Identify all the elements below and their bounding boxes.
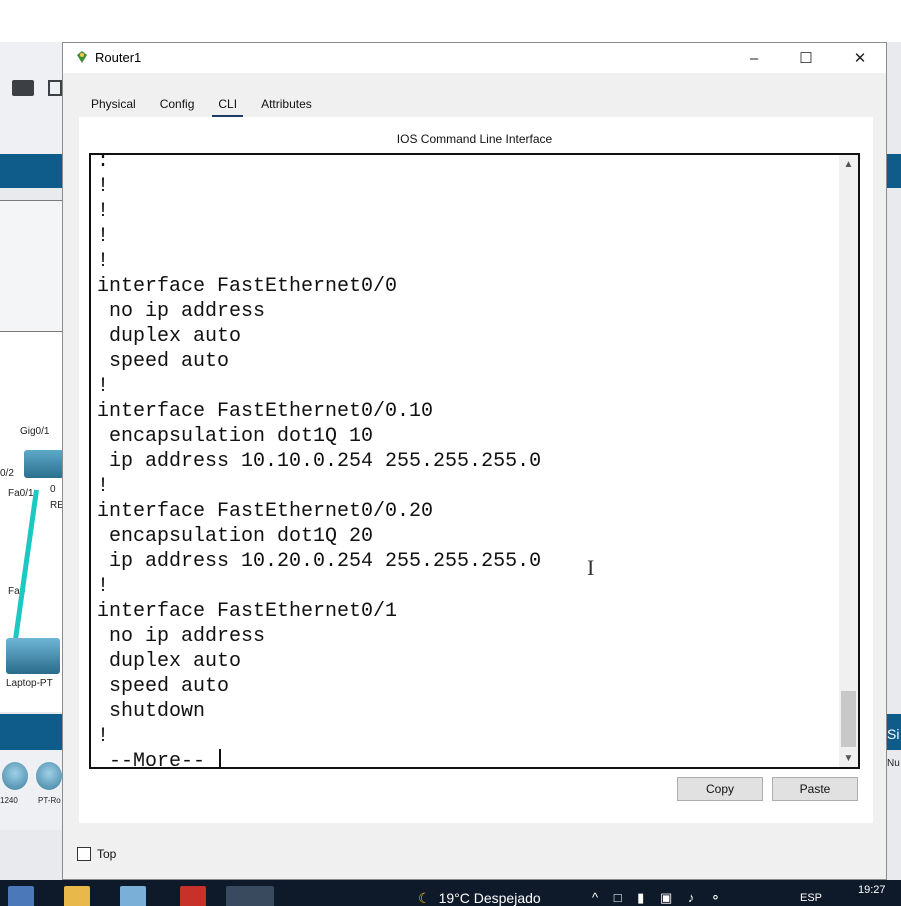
- packet-tracer-icon[interactable]: [226, 886, 274, 906]
- clock[interactable]: 19:27: [858, 884, 886, 896]
- terminal-line: !: [97, 725, 110, 748]
- weather-text: 19°C Despejado: [438, 890, 541, 906]
- device-label-1240: 1240: [0, 796, 18, 805]
- cli-terminal[interactable]: : ! ! ! ! interface FastEthernet0/0 no i…: [89, 153, 860, 769]
- tab-physical[interactable]: Physical: [79, 90, 148, 118]
- workspace-left-strip: Gig0/1 0/2 Fa0/1 0 RE Fa0 Laptop-PT 1240…: [0, 42, 64, 880]
- terminal-line: !: [97, 475, 110, 498]
- terminal-line: !: [97, 225, 110, 248]
- taskbar-app-icon[interactable]: [120, 886, 146, 906]
- ibeam-cursor-icon: I: [587, 555, 595, 580]
- port-label-gig: Gig0/1: [20, 426, 50, 437]
- paste-button[interactable]: Paste: [772, 777, 858, 801]
- maximize-button[interactable]: ☐: [783, 43, 829, 73]
- terminal-line: interface FastEthernet0/0: [97, 275, 398, 298]
- scroll-up-icon[interactable]: ▲: [839, 155, 858, 173]
- terminal-line: !: [97, 200, 110, 223]
- terminal-line: :: [97, 153, 110, 173]
- workspace-panel: [0, 200, 64, 332]
- top-checkbox-row[interactable]: Top: [77, 847, 116, 861]
- port-label-2: 0/2: [0, 468, 14, 479]
- tab-attributes[interactable]: Attributes: [249, 90, 324, 118]
- device-label-ptro: PT-Ro: [38, 796, 61, 805]
- pdf-reader-icon[interactable]: [180, 886, 206, 906]
- window-titlebar[interactable]: Router1 – ☐ ✕: [63, 43, 886, 73]
- top-checkbox-label: Top: [97, 847, 117, 861]
- scroll-down-icon[interactable]: ▼: [839, 749, 858, 767]
- terminal-line: speed auto: [97, 350, 230, 373]
- language-indicator[interactable]: ESP: [800, 892, 822, 904]
- terminal-line: encapsulation dot1Q 10: [97, 425, 374, 448]
- simulation-label-cut: Si: [887, 726, 900, 742]
- tab-bar: Physical Config CLI Attributes: [79, 90, 324, 118]
- terminal-line: !: [97, 250, 110, 273]
- scroll-thumb[interactable]: [841, 691, 856, 747]
- router-app-icon: [77, 51, 87, 63]
- top-checkbox[interactable]: [77, 847, 91, 861]
- terminal-line: no ip address: [97, 625, 266, 648]
- port-label-fa01: Fa0/1: [8, 488, 34, 499]
- taskbar: ☾ 19°C Despejado ^ □ ▮ ▣ ♪ ⚬ ESP 19:27: [0, 880, 901, 906]
- terminal-line: duplex auto: [97, 650, 242, 673]
- system-tray-icons[interactable]: ^ □ ▮ ▣ ♪ ⚬: [592, 890, 727, 906]
- tab-config[interactable]: Config: [148, 90, 207, 118]
- terminal-line: ip address 10.10.0.254 255.255.255.0: [97, 450, 542, 473]
- taskbar-app-icon[interactable]: [8, 886, 34, 906]
- device-label-laptop: Laptop-PT: [6, 678, 53, 689]
- router-window: Router1 – ☐ ✕ Physical Config CLI Attrib…: [62, 42, 887, 880]
- workspace-header-bar: [0, 154, 64, 188]
- terminal-line: speed auto: [97, 675, 230, 698]
- device-icon[interactable]: [12, 80, 34, 96]
- note-icon[interactable]: [48, 80, 62, 96]
- workspace-right-strip: [887, 42, 901, 880]
- laptop-icon[interactable]: [6, 638, 60, 674]
- terminal-line: duplex auto: [97, 325, 242, 348]
- terminal-line: !: [97, 575, 110, 598]
- number-label-cut: Nu: [887, 758, 900, 769]
- device-palette: 1240 PT-Ro: [0, 750, 64, 830]
- file-explorer-icon[interactable]: [64, 886, 90, 906]
- terminal-line: ip address 10.20.0.254 255.255.255.0: [97, 550, 542, 573]
- cli-caption: IOS Command Line Interface: [396, 132, 553, 146]
- workspace-toolbar: [0, 42, 64, 154]
- terminal-output: : ! ! ! ! interface FastEthernet0/0 no i…: [97, 153, 542, 769]
- terminal-scrollbar[interactable]: ▲ ▼: [839, 155, 858, 767]
- text-cursor: [219, 749, 222, 767]
- terminal-line: no ip address: [97, 300, 266, 323]
- minimize-button[interactable]: –: [731, 43, 777, 73]
- more-prompt: --More--: [97, 750, 218, 769]
- workspace-header-bar-right: [887, 154, 901, 188]
- router-pt-icon[interactable]: [36, 762, 62, 790]
- terminal-line: interface FastEthernet0/0.10: [97, 400, 434, 423]
- moon-icon: ☾: [418, 890, 431, 906]
- terminal-line: encapsulation dot1Q 20: [97, 525, 374, 548]
- terminal-line: interface FastEthernet0/0.20: [97, 500, 434, 523]
- terminal-line: interface FastEthernet0/1: [97, 600, 398, 623]
- window-title: Router1: [95, 50, 142, 65]
- close-button[interactable]: ✕: [837, 43, 883, 73]
- tab-cli[interactable]: CLI: [206, 90, 249, 118]
- copy-button[interactable]: Copy: [677, 777, 763, 801]
- weather-widget[interactable]: ☾ 19°C Despejado: [418, 890, 541, 906]
- device-panel-header: [0, 714, 64, 750]
- access-point-icon[interactable]: [2, 762, 28, 790]
- switch-icon[interactable]: [24, 450, 64, 478]
- port-label-cut-a: 0: [50, 484, 56, 495]
- terminal-line: !: [97, 175, 110, 198]
- terminal-line: !: [97, 375, 110, 398]
- terminal-line: shutdown: [97, 700, 206, 723]
